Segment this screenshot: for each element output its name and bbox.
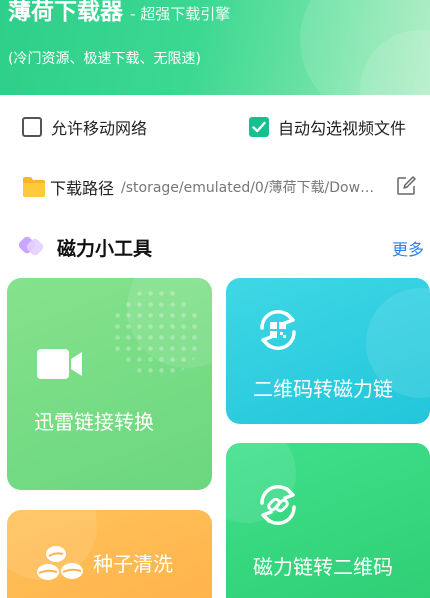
qr-sync-icon [260, 310, 296, 350]
edit-icon[interactable] [396, 176, 416, 196]
tools-section-title: 磁力小工具 [57, 238, 153, 260]
header-title: 薄荷下载器 - 超强下载引擎 [8, 0, 230, 26]
qr-to-magnet-label: 二维码转磁力链 [253, 377, 393, 401]
download-path-value: /storage/emulated/0/薄荷下载/Dow… [121, 180, 375, 196]
magnet-tools-icon [18, 236, 44, 256]
more-link[interactable]: 更多 [392, 236, 424, 260]
download-path-label: 下载路径 [50, 179, 115, 198]
xunlei-convert-label: 迅雷链接转换 [34, 410, 154, 434]
app-subtitle: - 超强下载引擎 [130, 5, 231, 23]
auto-select-video-checkbox[interactable] [249, 117, 269, 137]
mobile-network-label: 允许移动网络 [51, 119, 148, 138]
magnet-to-qr-label: 磁力链转二维码 [253, 555, 393, 579]
download-path-row[interactable]: 下载路径 /storage/emulated/0/薄荷下载/Dow… [22, 174, 422, 200]
checkmark-icon [252, 121, 266, 133]
magnet-to-qr-card[interactable]: 磁力链转二维码 [226, 443, 430, 598]
auto-select-video-option[interactable]: 自动勾选视频文件 [249, 115, 406, 139]
folder-icon [23, 177, 45, 197]
tools-section-header: 磁力小工具 更多 [0, 230, 430, 262]
seeds-icon [37, 546, 83, 580]
header-description: (冷门资源、极速下载、无限速) [8, 51, 201, 67]
link-sync-icon [260, 485, 296, 525]
mobile-network-option[interactable]: 允许移动网络 [22, 115, 147, 139]
mobile-network-checkbox[interactable] [22, 117, 42, 137]
seed-clean-card[interactable]: 种子清洗 [7, 510, 212, 598]
qr-to-magnet-card[interactable]: 二维码转磁力链 [226, 278, 430, 424]
auto-select-video-label: 自动勾选视频文件 [278, 119, 407, 138]
options-row: 允许移动网络 自动勾选视频文件 [0, 113, 430, 141]
header-banner: 薄荷下载器 - 超强下载引擎 (冷门资源、极速下载、无限速) [0, 0, 430, 95]
xunlei-convert-card[interactable]: 迅雷链接转换 [7, 278, 212, 490]
app-name: 薄荷下载器 [8, 0, 123, 25]
seed-clean-label: 种子清洗 [93, 552, 173, 576]
video-camera-icon [37, 349, 82, 379]
